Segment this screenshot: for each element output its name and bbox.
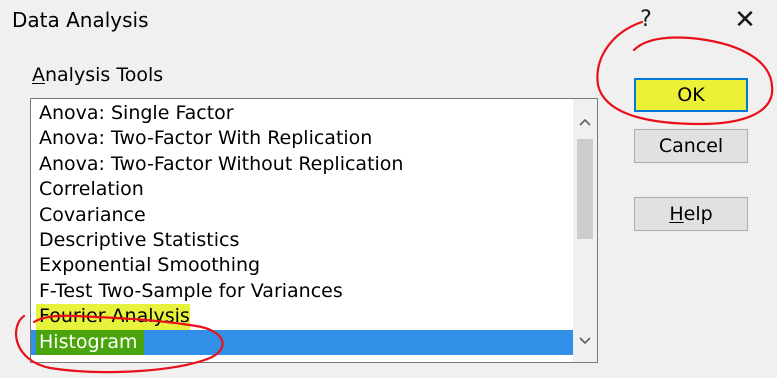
analysis-tools-listbox[interactable]: Anova: Single Factor Anova: Two-Factor W… (30, 98, 598, 363)
list-item-descriptive-statistics[interactable]: Descriptive Statistics (31, 228, 573, 253)
list-item-f-test[interactable]: F-Test Two-Sample for Variances (31, 279, 573, 304)
help-rest: elp (683, 203, 713, 225)
list-item-anova-two-with[interactable]: Anova: Two-Factor With Replication (31, 126, 573, 151)
list-item-anova-two-without[interactable]: Anova: Two-Factor Without Replication (31, 152, 573, 177)
chevron-down-icon[interactable] (573, 330, 597, 352)
list-item-histogram[interactable]: Histogram (31, 329, 573, 355)
help-mnemonic: H (669, 203, 684, 225)
list-item-correlation[interactable]: Correlation (31, 177, 573, 202)
chevron-up-icon[interactable] (573, 111, 597, 133)
ok-button[interactable]: OK (634, 78, 748, 112)
list-item-anova-single[interactable]: Anova: Single Factor (31, 101, 573, 126)
list-item-covariance[interactable]: Covariance (31, 203, 573, 228)
analysis-tools-list: Anova: Single Factor Anova: Two-Factor W… (31, 101, 573, 355)
dialog-title: Data Analysis (12, 8, 149, 32)
list-item-fourier-analysis[interactable]: Fourier Analysis (31, 304, 573, 330)
cancel-button[interactable]: Cancel (634, 129, 748, 163)
close-icon[interactable]: ✕ (727, 4, 763, 36)
label-mnemonic: A (32, 64, 45, 86)
fourier-label: Fourier Analysis (36, 304, 190, 330)
label-rest: nalysis Tools (45, 64, 164, 86)
histogram-label: Histogram (36, 329, 144, 355)
help-question-icon[interactable]: ? (628, 4, 664, 36)
list-item-exponential-smoothing[interactable]: Exponential Smoothing (31, 253, 573, 278)
scrollbar-thumb[interactable] (577, 139, 593, 239)
analysis-tools-label: Analysis Tools (32, 64, 163, 86)
vertical-scrollbar[interactable] (573, 99, 597, 362)
help-button[interactable]: Help (634, 197, 748, 231)
